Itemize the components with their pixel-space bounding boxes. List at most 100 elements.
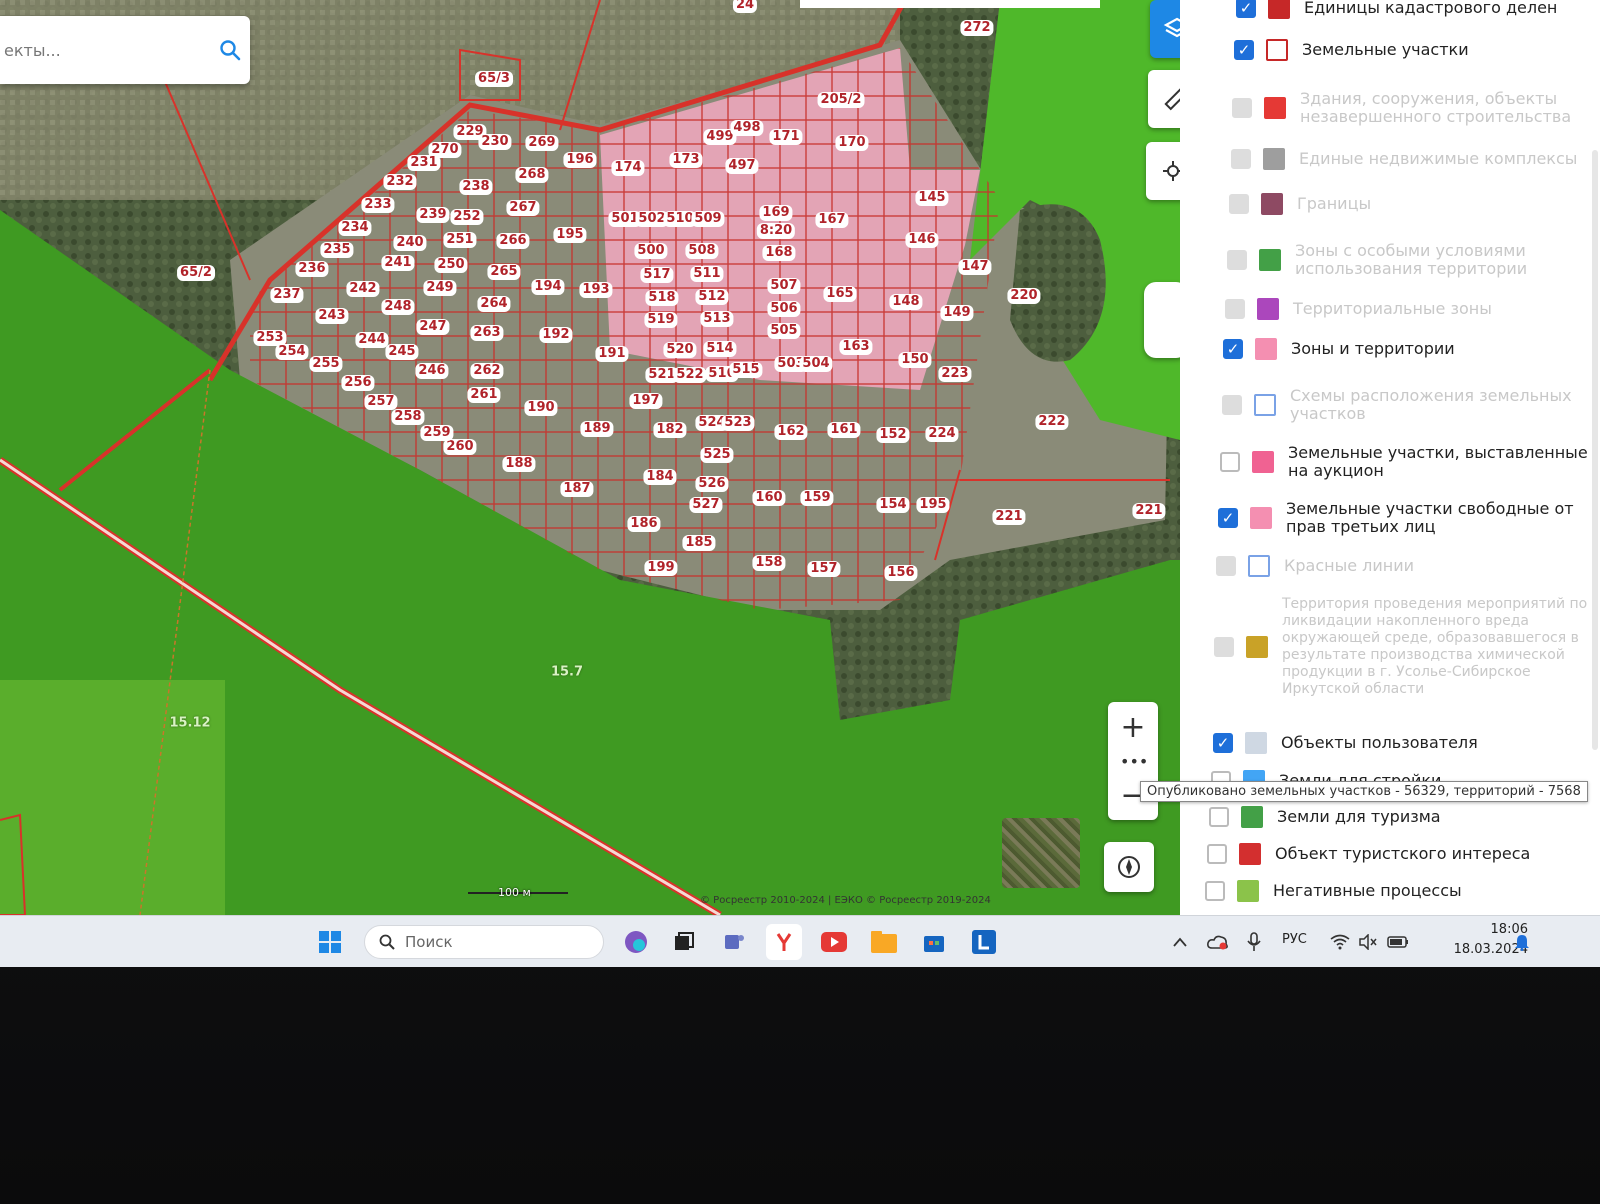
layer-item[interactable]: Территория проведения мероприятий по лик… — [1180, 588, 1600, 706]
plot-number-label[interactable]: 167 — [815, 212, 849, 228]
search-icon[interactable] — [210, 30, 250, 70]
plot-number-label[interactable]: 199 — [644, 560, 678, 576]
plot-number-label[interactable]: 256 — [341, 375, 375, 391]
plot-number-label[interactable]: 168 — [762, 245, 796, 261]
plot-number-label[interactable]: 523 — [721, 415, 755, 431]
plot-number-label[interactable]: 500 — [634, 243, 668, 259]
map-view[interactable]: 24 272 65/3 205/2 269 229 230 196 174 173 499 498 17… — [0, 0, 1180, 915]
plot-number-label[interactable]: 169 — [759, 205, 793, 221]
notification-bell-icon[interactable] — [1504, 924, 1540, 960]
file-explorer-icon[interactable] — [866, 924, 902, 960]
taskbar-search[interactable]: Поиск — [364, 925, 604, 959]
plot-number-label[interactable]: 221 — [992, 509, 1026, 525]
launcher-l-icon[interactable] — [966, 924, 1002, 960]
plot-number-label[interactable]: 518 — [645, 290, 679, 306]
plot-number-label[interactable]: 235 — [320, 242, 354, 258]
windows-start-button[interactable] — [312, 924, 348, 960]
plot-number-label[interactable]: 205/2 — [817, 92, 865, 108]
plot-number-label[interactable]: 234 — [338, 220, 372, 236]
plot-number-label[interactable]: 507 — [767, 278, 801, 294]
layer-item[interactable]: Здания, сооружения, объекты незавершенно… — [1180, 88, 1600, 128]
plot-number-label[interactable]: 267 — [506, 200, 540, 216]
plot-number-label[interactable]: 148 — [889, 294, 923, 310]
plot-number-label[interactable]: 182 — [653, 422, 687, 438]
chevron-up-icon[interactable] — [1162, 924, 1198, 960]
layer-item[interactable]: Негативные процессы — [1180, 880, 1600, 902]
plot-number-label[interactable]: 522 — [673, 367, 707, 383]
plot-number-label[interactable]: 238 — [459, 179, 493, 195]
plot-number-label[interactable]: 187 — [560, 481, 594, 497]
plot-number-label[interactable]: 147 — [958, 259, 992, 275]
compass-button[interactable] — [1104, 842, 1154, 892]
plot-number-label[interactable]: 192 — [539, 327, 573, 343]
plot-number-label[interactable]: 244 — [355, 332, 389, 348]
layer-item[interactable]: Красные линии — [1180, 555, 1600, 577]
panel-scrollbar[interactable] — [1592, 150, 1598, 750]
plot-number-label[interactable]: 262 — [470, 363, 504, 379]
plot-number-label[interactable]: 237 — [270, 287, 304, 303]
plot-number-label[interactable]: 193 — [579, 282, 613, 298]
plot-number-label[interactable]: 165 — [823, 286, 857, 302]
battery-icon[interactable] — [1380, 924, 1416, 960]
layer-checkbox[interactable] — [1234, 40, 1254, 60]
layer-checkbox[interactable] — [1229, 194, 1249, 214]
plot-number-label[interactable]: 230 — [478, 134, 512, 150]
layer-item[interactable]: Единицы кадастрового делен — [1180, 0, 1600, 19]
plot-number-label[interactable]: 266 — [496, 233, 530, 249]
plot-number-label[interactable]: 223 — [938, 366, 972, 382]
copilot-icon[interactable] — [618, 924, 654, 960]
map-canvas[interactable] — [0, 0, 1180, 915]
plot-number-label[interactable]: 236 — [295, 261, 329, 277]
plot-number-label[interactable]: 259 — [420, 425, 454, 441]
plot-number-label[interactable]: 163 — [839, 339, 873, 355]
plot-number-label[interactable]: 221 — [1132, 503, 1166, 519]
plot-number-label[interactable]: 156 — [884, 565, 918, 581]
layer-item[interactable]: Границы — [1180, 193, 1600, 215]
teams-icon[interactable] — [716, 924, 752, 960]
plot-number-label[interactable]: 239 — [416, 207, 450, 223]
plot-number-label[interactable]: 188 — [502, 456, 536, 472]
store-icon[interactable] — [916, 924, 952, 960]
layer-checkbox[interactable] — [1205, 881, 1225, 901]
plot-number-label[interactable]: 265 — [487, 264, 521, 280]
layer-checkbox[interactable] — [1213, 733, 1233, 753]
layer-checkbox[interactable] — [1231, 149, 1251, 169]
plot-number-label[interactable]: 186 — [627, 516, 661, 532]
plot-number-label[interactable]: 519 — [644, 312, 678, 328]
layer-item[interactable]: Территориальные зоны — [1180, 298, 1600, 320]
plot-number-label[interactable]: 508 — [685, 243, 719, 259]
plot-number-label[interactable]: 260 — [443, 439, 477, 455]
plot-number-label[interactable]: 189 — [580, 421, 614, 437]
layer-checkbox[interactable] — [1209, 807, 1229, 827]
plot-number-label[interactable]: 245 — [385, 344, 419, 360]
plot-number-label[interactable]: 191 — [595, 346, 629, 362]
layer-item[interactable]: Земельные участки свободные от прав трет… — [1180, 498, 1600, 538]
layer-checkbox[interactable] — [1236, 0, 1256, 18]
plot-number-label[interactable]: 526 — [695, 476, 729, 492]
plot-number-label[interactable]: 231 — [407, 155, 441, 171]
layer-item[interactable]: Земельные участки, выставленные на аукци… — [1180, 442, 1600, 482]
plot-number-label[interactable]: 497 — [725, 158, 759, 174]
layer-checkbox[interactable] — [1222, 395, 1242, 415]
plot-number-label[interactable]: 65/3 — [475, 71, 513, 87]
plot-number-label[interactable]: 145 — [915, 190, 949, 206]
plot-number-label[interactable]: 505 — [767, 323, 801, 339]
plot-number-label[interactable]: 154 — [876, 497, 910, 513]
plot-number-label[interactable]: 254 — [275, 344, 309, 360]
more-icon[interactable]: ••• — [1120, 752, 1148, 771]
layer-item[interactable]: Объект туристского интереса — [1180, 843, 1600, 865]
input-language[interactable]: РУС — [1282, 932, 1307, 947]
layer-checkbox[interactable] — [1223, 339, 1243, 359]
plot-number-label[interactable]: 233 — [361, 197, 395, 213]
plot-number-label[interactable]: 258 — [391, 409, 425, 425]
plot-number-label[interactable]: 190 — [524, 400, 558, 416]
plot-number-label[interactable]: 257 — [364, 394, 398, 410]
plot-number-label[interactable]: 506 — [767, 301, 801, 317]
plot-number-label[interactable]: 511 — [690, 266, 724, 282]
layer-item[interactable]: Земли для туризма — [1180, 806, 1600, 828]
youtube-icon[interactable] — [816, 924, 852, 960]
plot-number-label[interactable]: 224 — [925, 426, 959, 442]
plot-number-label[interactable]: 150 — [898, 352, 932, 368]
layer-checkbox[interactable] — [1214, 637, 1234, 657]
plot-number-label[interactable]: 264 — [477, 296, 511, 312]
